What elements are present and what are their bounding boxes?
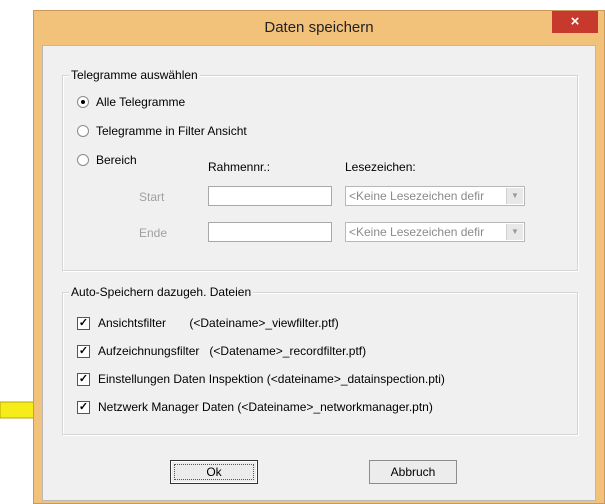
start-bookmark-select[interactable]: <Keine Lesezeichen defir ▼ [345,186,525,206]
checkbox-label: Netzwerk Manager Daten (<Dateiname>_netw… [98,400,433,414]
radio-label: Telegramme in Filter Ansicht [96,124,247,138]
radio-all-telegrams[interactable]: Alle Telegramme [77,94,185,110]
close-icon: × [570,13,580,30]
start-frame-input[interactable] [208,186,332,206]
start-label: Start [139,190,165,204]
start-bookmark-value: <Keine Lesezeichen defir [349,189,485,203]
radio-indicator[interactable] [77,125,89,137]
radio-range[interactable]: Bereich [77,152,137,168]
checkbox-network-manager[interactable]: ✓ Netzwerk Manager Daten (<Dateiname>_ne… [77,399,433,415]
checkbox-indicator[interactable]: ✓ [77,316,90,330]
bookmark-header: Lesezeichen: [345,160,416,174]
title-bar: Daten speichern × [34,11,604,45]
autosave-legend: Auto-Speichern dazugeh. Dateien [69,285,254,299]
checkbox-label: Einstellungen Daten Inspektion (<dateina… [98,372,445,386]
end-label: Ende [139,226,168,240]
radio-indicator[interactable] [77,154,89,166]
checkbox-indicator[interactable]: ✓ [77,372,90,386]
focus-ring [174,464,254,480]
chevron-down-icon[interactable]: ▼ [506,188,523,204]
checkbox-label: Ansichtsfilter (<Dateiname>_viewfilter.p… [98,316,339,330]
checkbox-label: Aufzeichnungsfilter (<Datename>_recordfi… [98,344,367,358]
autosave-group: Auto-Speichern dazugeh. Dateien ✓ Ansich… [62,285,578,435]
end-bookmark-value: <Keine Lesezeichen defir [349,225,485,239]
checkbox-data-inspection[interactable]: ✓ Einstellungen Daten Inspektion (<datei… [77,371,445,387]
close-button[interactable]: × [552,11,598,33]
dialog-window: Daten speichern × Telegramme auswählen A… [33,10,605,504]
radio-label: Alle Telegramme [96,95,186,109]
telegram-selection-group: Telegramme auswählen Alle Telegramme Tel… [62,68,578,271]
ok-button[interactable]: Ok [170,460,258,484]
dialog-title: Daten speichern [264,19,374,36]
telegram-selection-legend: Telegramme auswählen [69,68,200,82]
cancel-button-label: Abbruch [390,465,436,479]
frame-number-header: Rahmennr.: [208,160,271,174]
checkbox-indicator[interactable]: ✓ [77,344,90,358]
checkbox-indicator[interactable]: ✓ [77,400,90,414]
radio-indicator[interactable] [77,96,89,108]
end-bookmark-select[interactable]: <Keine Lesezeichen defir ▼ [345,222,525,242]
cancel-button[interactable]: Abbruch [369,460,457,484]
dialog-client: Telegramme auswählen Alle Telegramme Tel… [42,45,596,501]
chevron-down-icon[interactable]: ▼ [506,224,523,240]
radio-filter-view[interactable]: Telegramme in Filter Ansicht [77,123,247,139]
checkbox-view-filter[interactable]: ✓ Ansichtsfilter (<Dateiname>_viewfilter… [77,315,339,331]
end-frame-input[interactable] [208,222,332,242]
radio-label: Bereich [96,153,137,167]
checkbox-record-filter[interactable]: ✓ Aufzeichnungsfilter (<Datename>_record… [77,343,366,359]
